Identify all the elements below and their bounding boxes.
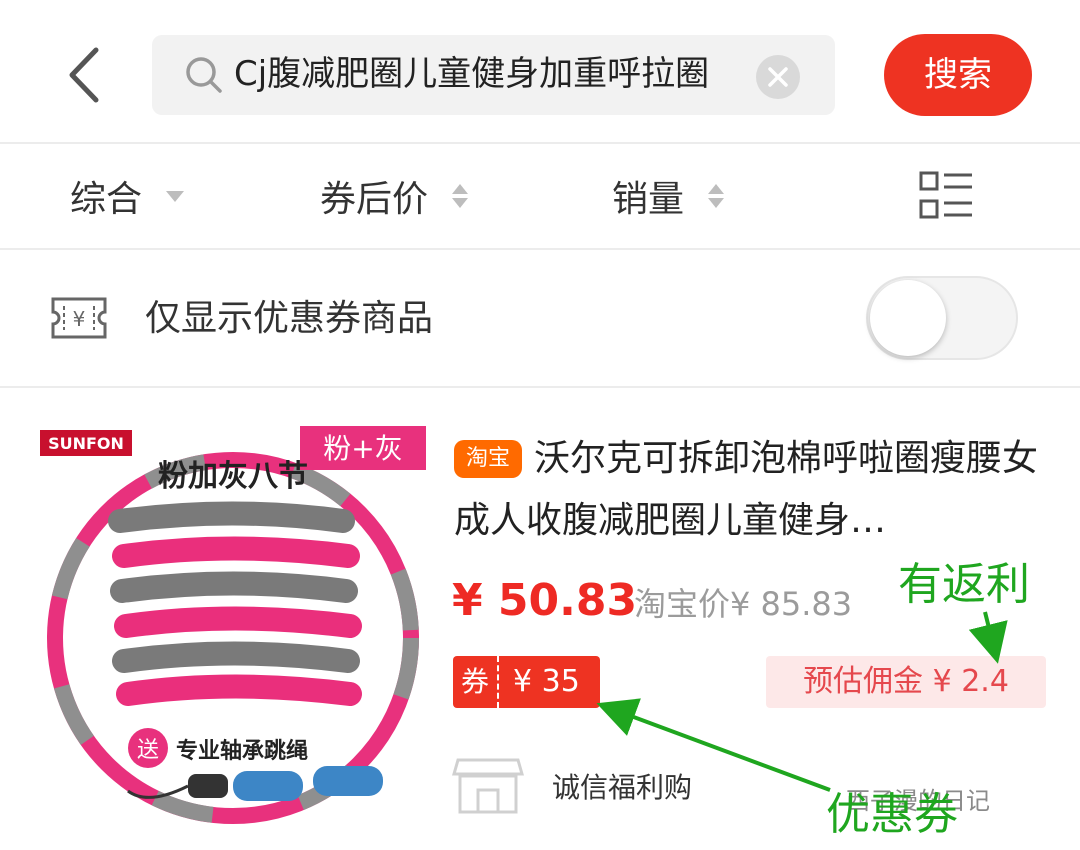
shop-icon: [452, 758, 524, 814]
sort-label: 综合: [70, 179, 143, 220]
toggle-knob: [870, 280, 946, 356]
chevron-down-icon: [166, 190, 185, 202]
coupon-price: ¥ 50.83: [452, 575, 638, 626]
list-view-icon[interactable]: [918, 170, 974, 222]
product-image[interactable]: SUNFON 粉+灰 粉加灰八节 送 专业轴承跳绳: [38, 426, 428, 826]
taobao-badge: 淘宝: [454, 440, 522, 478]
sort-arrows-icon: [452, 184, 469, 208]
sort-coupon-price[interactable]: 券后价: [320, 144, 469, 248]
svg-text:¥: ¥: [73, 307, 86, 331]
search-query-text: Cj腹减肥圈儿童健身加重呼拉圈: [234, 54, 710, 94]
gift-text: 专业轴承跳绳: [176, 738, 308, 764]
search-input[interactable]: Cj腹减肥圈儿童健身加重呼拉圈: [152, 35, 835, 115]
coupon-tag: 券: [453, 656, 500, 708]
gift-badge: 送: [137, 738, 159, 763]
sort-label: 销量: [612, 179, 685, 220]
search-header: Cj腹减肥圈儿童健身加重呼拉圈 搜索: [0, 0, 1080, 142]
search-icon: [186, 57, 222, 93]
rebate-annotation: 有返利: [898, 559, 1030, 610]
sort-sales[interactable]: 销量: [612, 144, 725, 248]
coupon-badge[interactable]: 券 ¥ 35: [453, 656, 600, 708]
coupon-value: ¥ 35: [499, 656, 600, 708]
sort-bar: 综合 券后价 销量: [0, 144, 1080, 248]
clear-search-button[interactable]: [756, 55, 800, 99]
sort-label: 券后价: [320, 179, 429, 220]
coupon-annotation: 优惠券: [826, 789, 958, 840]
search-button[interactable]: 搜索: [884, 34, 1032, 116]
brand-logo: SUNFON: [48, 434, 124, 453]
coupon-ticket-icon: ¥: [51, 297, 107, 339]
sort-comprehensive[interactable]: 综合: [70, 144, 185, 248]
sort-arrows-icon: [708, 184, 725, 208]
corner-label: 粉+灰: [323, 432, 402, 465]
coupon-only-toggle[interactable]: [866, 276, 1018, 360]
shop-name[interactable]: 诚信福利购: [552, 768, 692, 808]
back-arrow-icon[interactable]: [58, 42, 118, 108]
filter-label: 仅显示优惠券商品: [145, 298, 434, 339]
product-title[interactable]: 沃尔克可拆卸泡棉呼啦圈瘦腰女成人收腹减肥圈儿童健身…: [454, 428, 1044, 552]
estimated-commission: 预估佣金 ¥ 2.4: [766, 656, 1046, 708]
coupon-filter-row: ¥ 仅显示优惠券商品: [0, 250, 1080, 386]
product-card[interactable]: SUNFON 粉+灰 粉加灰八节 送 专业轴承跳绳 沃尔克可拆卸泡棉呼啦圈瘦腰女…: [0, 388, 1080, 850]
image-headline: 粉加灰八节: [158, 459, 308, 494]
original-price: 淘宝价¥ 85.83: [634, 585, 853, 623]
close-icon: [768, 67, 788, 87]
